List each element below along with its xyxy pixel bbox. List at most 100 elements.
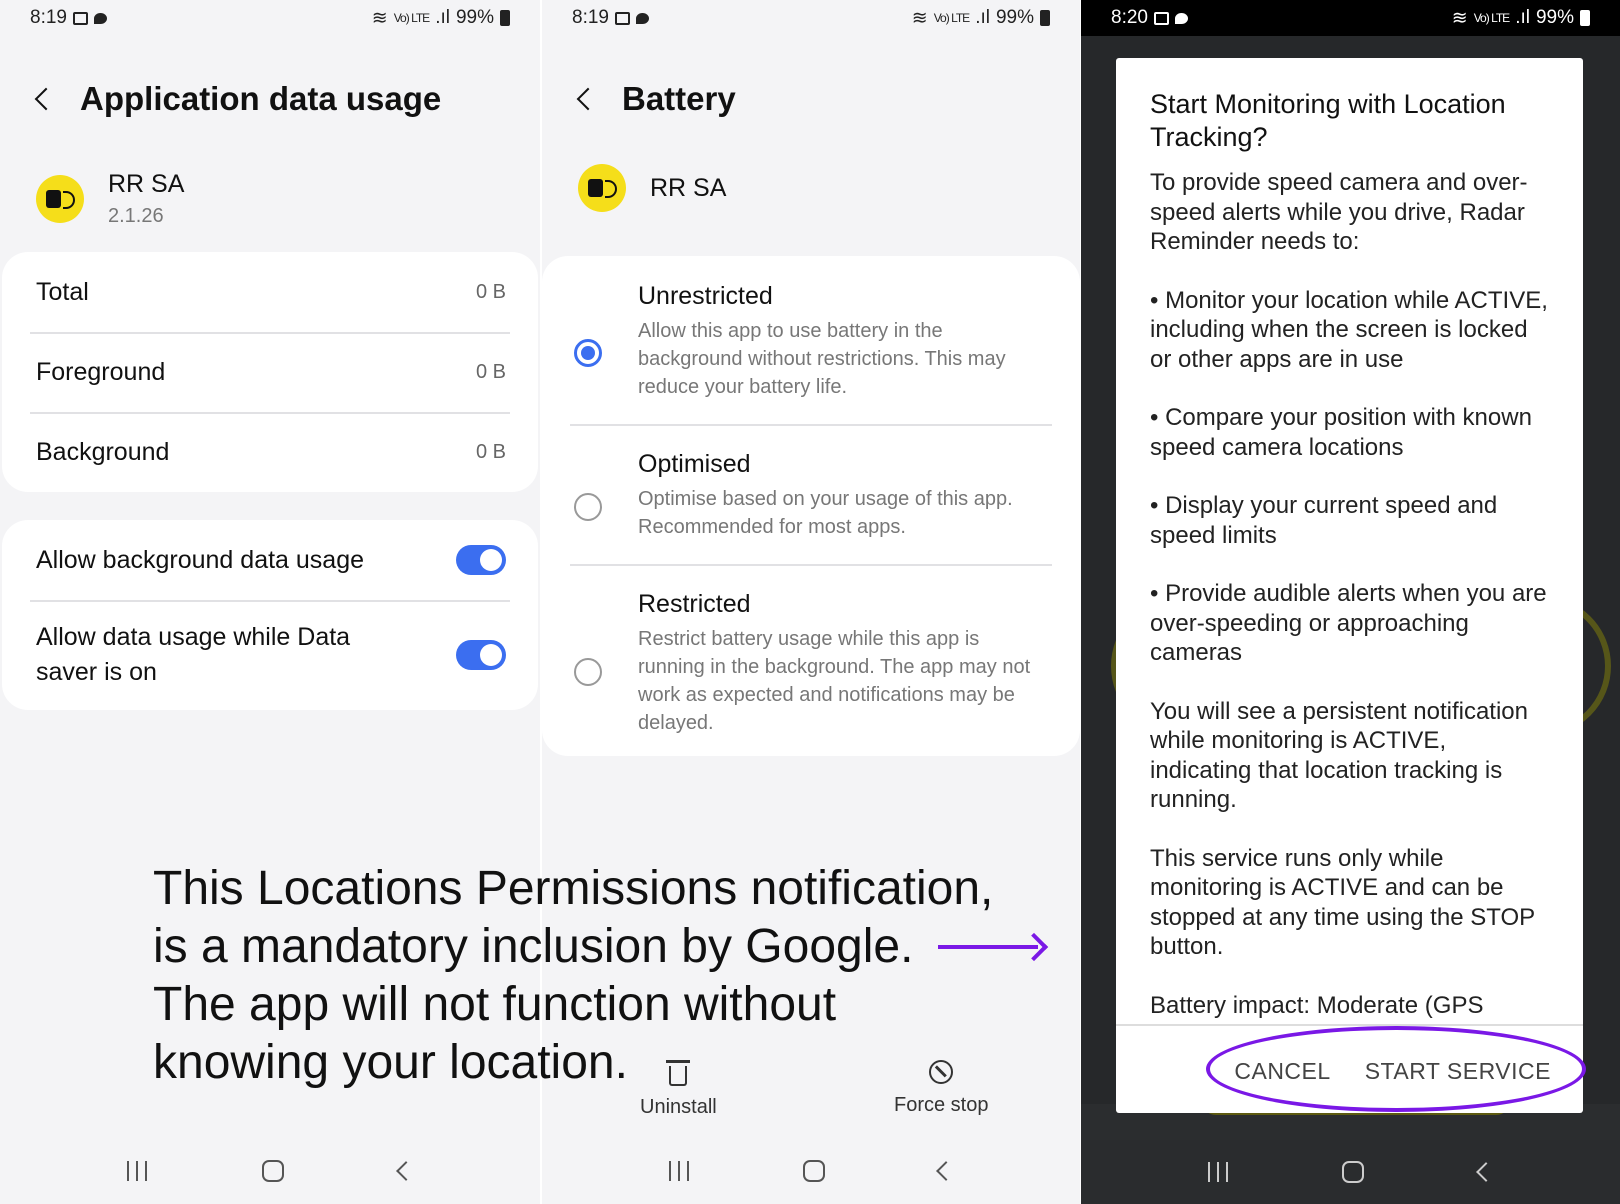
dialog-bullet: • Monitor your location while ACTIVE, in…: [1150, 286, 1548, 373]
wifi-icon: ≋: [371, 7, 388, 29]
app-icon: [36, 175, 84, 223]
battery-icon: [1040, 10, 1050, 26]
dialog-bullet: • Compare your position with known speed…: [1150, 404, 1532, 461]
option-title: Restricted: [638, 590, 751, 618]
usage-row-background[interactable]: Background 0 B: [2, 412, 538, 492]
arrow-icon: [938, 932, 1049, 962]
option-title: Optimised: [638, 450, 751, 478]
volte-label: Vo) LTE: [933, 11, 970, 25]
dialog-title: Start Monitoring with Location Tracking?: [1150, 89, 1506, 152]
app-name: RR SA: [650, 173, 727, 202]
page-title: Application data usage: [80, 80, 442, 117]
app-info: RR SA 2.1.26: [36, 170, 184, 228]
dialog-bullet: • Display your current speed and speed l…: [1150, 492, 1498, 549]
option-unrestricted[interactable]: Unrestricted Allow this app to use batte…: [542, 256, 1080, 424]
home-icon[interactable]: [803, 1160, 825, 1182]
status-time: 8:20: [1111, 7, 1148, 28]
status-bar: 8:19 ≋ Vo) LTE .ıl 99%: [0, 0, 540, 36]
dialog-paragraph: Battery impact: Moderate (GPS: [1150, 991, 1484, 1019]
volte-label: Vo) LTE: [393, 11, 430, 25]
page-title: Battery: [622, 80, 736, 117]
nav-bar: [542, 1160, 1080, 1182]
home-icon[interactable]: [261, 1160, 284, 1182]
battery-options-card: Unrestricted Allow this app to use batte…: [542, 256, 1080, 756]
message-icon: [1174, 12, 1188, 24]
battery-percent: 99%: [995, 7, 1034, 28]
dialog-bullet: • Provide audible alerts when you are ov…: [1150, 580, 1547, 666]
usage-row-total[interactable]: Total 0 B: [2, 252, 538, 332]
wifi-icon: ≋: [1451, 7, 1468, 29]
usage-label: Total: [36, 277, 89, 306]
wifi-icon: ≋: [911, 7, 928, 29]
option-title: Unrestricted: [638, 282, 773, 310]
buttons-highlight-oval: [1206, 1026, 1586, 1112]
message-icon: [93, 12, 107, 24]
battery-icon: [500, 10, 510, 26]
nav-bar: [0, 1160, 540, 1182]
volte-label: Vo) LTE: [1473, 11, 1510, 25]
usage-row-foreground[interactable]: Foreground 0 B: [2, 332, 538, 412]
back-icon[interactable]: [576, 87, 600, 111]
dialog-body[interactable]: To provide speed camera and over-speed a…: [1116, 154, 1583, 1024]
status-time: 8:19: [30, 7, 67, 28]
nav-back-icon[interactable]: [395, 1161, 416, 1181]
location-dialog-screen: 8:20 ≋ Vo) LTE .ıl 99% Start Monitoring …: [1081, 0, 1620, 1204]
annotation-line: is a mandatory inclusion by Google.: [153, 920, 914, 973]
data-saver-toggle[interactable]: [456, 640, 506, 670]
gallery-icon: [1153, 11, 1169, 25]
toggle-row-background-data[interactable]: Allow background data usage: [2, 520, 538, 600]
radio-icon[interactable]: [574, 493, 602, 521]
annotation-line: The app will not function without: [153, 978, 837, 1031]
battery-percent: 99%: [1535, 7, 1574, 28]
app-info: RR SA: [578, 164, 726, 212]
option-optimised[interactable]: Optimised Optimise based on your usage o…: [542, 424, 1080, 564]
annotation-text: This Locations Permissions notification,…: [153, 860, 993, 1092]
home-icon[interactable]: [1342, 1161, 1365, 1183]
gallery-icon: [72, 11, 88, 25]
app-name: RR SA: [108, 170, 185, 198]
permission-dialog: Start Monitoring with Location Tracking?…: [1116, 58, 1583, 1113]
nav-back-icon[interactable]: [1475, 1162, 1496, 1182]
usage-label: Background: [36, 437, 170, 466]
gallery-icon: [614, 11, 630, 25]
option-restricted[interactable]: Restricted Restrict battery usage while …: [542, 564, 1080, 754]
recent-apps-icon[interactable]: [1208, 1162, 1229, 1182]
option-description: Allow this app to use battery in the bac…: [638, 320, 1006, 398]
message-icon: [635, 12, 649, 24]
signal-icon: .ıl: [975, 7, 990, 28]
status-time: 8:19: [572, 7, 609, 28]
usage-value: 0 B: [475, 360, 506, 383]
option-description: Optimise based on your usage of this app…: [638, 488, 1013, 538]
signal-icon: .ıl: [1515, 7, 1530, 28]
toggle-label: Allow data usage while Data saver is on: [36, 623, 351, 686]
dialog-paragraph: You will see a persistent notification w…: [1150, 697, 1528, 814]
data-toggles-card: Allow background data usage Allow data u…: [2, 520, 538, 710]
nav-bar: [1081, 1140, 1620, 1204]
option-description: Restrict battery usage while this app is…: [638, 628, 1031, 734]
battery-icon: [1580, 10, 1590, 26]
recent-apps-icon[interactable]: [127, 1161, 148, 1181]
signal-icon: .ıl: [435, 7, 450, 28]
background-data-toggle[interactable]: [456, 545, 506, 575]
recent-apps-icon[interactable]: [669, 1161, 689, 1181]
page-header: Application data usage: [30, 80, 441, 118]
usage-card: Total 0 B Foreground 0 B Background 0 B: [2, 252, 538, 492]
toggle-label: Allow background data usage: [36, 545, 365, 574]
dialog-divider: [1116, 1024, 1583, 1026]
back-icon[interactable]: [34, 87, 58, 111]
status-bar: 8:19 ≋ Vo) LTE .ıl 99%: [542, 0, 1080, 36]
radio-icon[interactable]: [574, 658, 602, 686]
radio-icon[interactable]: [574, 339, 602, 367]
annotation-line: knowing your location.: [153, 1036, 628, 1089]
battery-percent: 99%: [455, 7, 494, 28]
usage-value: 0 B: [475, 440, 506, 463]
status-bar: 8:20 ≋ Vo) LTE .ıl 99%: [1081, 0, 1620, 36]
dialog-paragraph: To provide speed camera and over-speed a…: [1150, 169, 1528, 255]
nav-back-icon[interactable]: [936, 1161, 956, 1181]
app-version: 2.1.26: [108, 205, 164, 227]
app-icon: [578, 164, 626, 212]
annotation-line: This Locations Permissions notification,: [153, 862, 994, 915]
uninstall-label: Uninstall: [640, 1096, 717, 1118]
page-header: Battery: [572, 80, 736, 118]
toggle-row-data-saver[interactable]: Allow data usage while Data saver is on: [2, 600, 538, 710]
